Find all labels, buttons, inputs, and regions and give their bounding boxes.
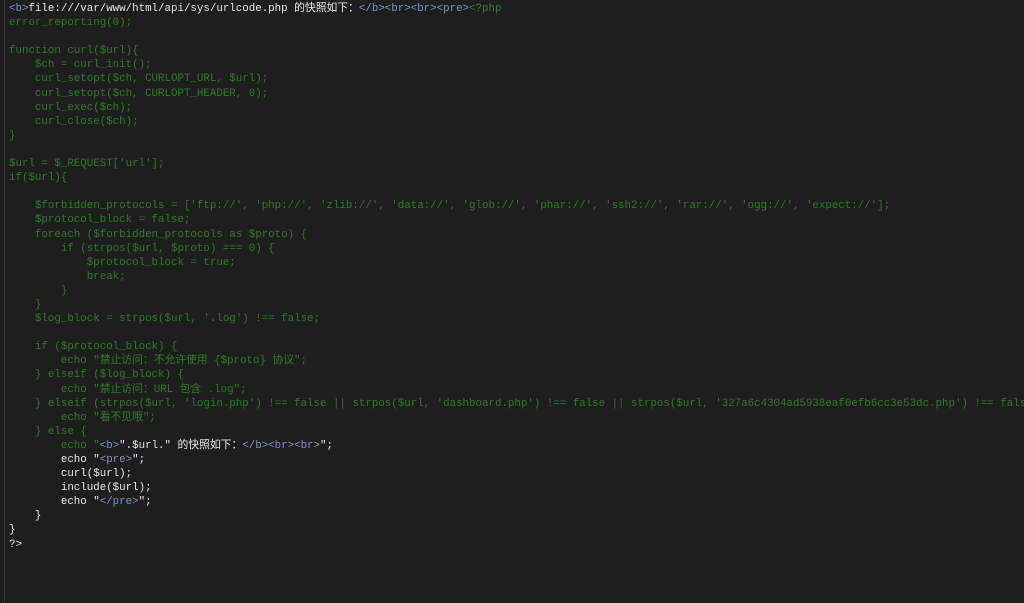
code-token: if($url){ [9, 172, 68, 185]
code-token: echo "禁止访问：不允许使用 {$proto} 协议"; [9, 355, 308, 368]
code-token: if ($protocol_block) { [9, 341, 178, 354]
code-token: "; [132, 454, 146, 466]
code-line: error_reporting(0); [9, 16, 1016, 30]
code-line: } elseif ($log_block) { [9, 368, 1016, 382]
code-token: </b><br><br><pre> [358, 3, 470, 15]
code-token: } [9, 129, 16, 142]
code-line: ?> [9, 538, 1016, 552]
code-token: curl_close($ch); [9, 115, 139, 128]
code-line: $log_block = strpos($url, '.log') !== fa… [9, 312, 1016, 326]
code-line: function curl($url){ [9, 44, 1016, 58]
code-token: $log_block = strpos($url, '.log') !== fa… [9, 313, 321, 326]
code-token: } [9, 284, 68, 297]
code-token: file:///var/www/html/api/sys/urlcode.php… [28, 3, 359, 15]
code-line: echo "<b>".$url." 的快照如下：</b><br><br>"; [9, 439, 1016, 453]
code-token: function curl($url){ [9, 45, 139, 58]
code-line: } [9, 509, 1016, 523]
code-token: $url = $_REQUEST['url']; [9, 158, 165, 171]
code-line: foreach ($forbidden_protocols as $proto)… [9, 228, 1016, 242]
code-line: echo "<pre>"; [9, 453, 1016, 467]
code-line: $url = $_REQUEST['url']; [9, 157, 1016, 171]
code-line: curl_setopt($ch, CURLOPT_HEADER, 0); [9, 87, 1016, 101]
code-line: <b>file:///var/www/html/api/sys/urlcode.… [9, 2, 1016, 16]
code-line: } [9, 298, 1016, 312]
code-line: } [9, 284, 1016, 298]
code-token: </b><br><br> [242, 439, 321, 452]
code-token: echo "禁止访问：URL 包含 .log"; [9, 383, 247, 396]
code-token: <pre> [99, 454, 133, 466]
code-line: curl_setopt($ch, CURLOPT_URL, $url); [9, 72, 1016, 86]
code-line: } [9, 129, 1016, 143]
code-token: break; [9, 270, 126, 283]
code-token: echo " [9, 496, 100, 509]
code-token: curl($url); [9, 468, 133, 481]
code-line: curl_close($ch); [9, 115, 1016, 129]
code-token: <b> [9, 3, 29, 15]
code-line: include($url); [9, 481, 1016, 495]
code-token: } elseif ($log_block) { [9, 369, 184, 382]
code-line: curl_exec($ch); [9, 101, 1016, 115]
code-token: ".$url." 的快照如下： [119, 439, 243, 452]
code-line: $protocol_block = false; [9, 213, 1016, 227]
code-line: } [9, 523, 1016, 537]
code-token: if (strpos($url, $proto) === 0) { [9, 242, 275, 255]
code-line: } elseif (strpos($url, 'login.php') !== … [9, 397, 1024, 411]
code-token: $ch = curl_init(); [9, 59, 152, 72]
code-listing: <b>file:///var/www/html/api/sys/urlcode.… [9, 2, 1024, 552]
code-token: foreach ($forbidden_protocols as $proto)… [9, 228, 308, 241]
left-border-rule [4, 0, 5, 603]
code-token: error_reporting(0); [9, 17, 133, 30]
code-line: $forbidden_protocols = ['ftp://', 'php:/… [9, 199, 1016, 213]
code-token: $forbidden_protocols = ['ftp://', 'php:/… [9, 200, 891, 213]
code-token: "; [320, 439, 333, 452]
code-token: curl_exec($ch); [9, 101, 133, 114]
code-line: echo "禁止访问：URL 包含 .log"; [9, 383, 1016, 397]
code-line: if($url){ [9, 171, 1016, 185]
code-line: echo "看不见哦"; [9, 411, 1016, 425]
code-token: } [9, 510, 42, 523]
page-source-viewer: <b>file:///var/www/html/api/sys/urlcode.… [0, 0, 1024, 603]
code-token: include($url); [9, 482, 152, 495]
code-token: ?> [9, 538, 22, 551]
code-token: curl_setopt($ch, CURLOPT_URL, $url); [9, 73, 269, 86]
code-token: </pre> [99, 496, 139, 509]
code-token: echo "看不见哦"; [9, 411, 156, 424]
code-token: <b> [99, 439, 120, 452]
code-line: $protocol_block = true; [9, 256, 1016, 270]
code-token: $protocol_block = true; [9, 256, 236, 269]
code-line: echo "禁止访问：不允许使用 {$proto} 协议"; [9, 354, 1016, 368]
code-token: $protocol_block = false; [9, 214, 191, 227]
code-token: "; [138, 496, 152, 509]
code-token: } [9, 524, 16, 537]
code-token: } else { [9, 425, 87, 438]
code-token: <?php [469, 3, 502, 15]
code-token: echo " [9, 454, 100, 466]
code-line: break; [9, 270, 1016, 284]
code-line: } else { [9, 425, 1016, 439]
code-line: if ($protocol_block) { [9, 340, 1016, 354]
code-token: } elseif (strpos($url, 'login.php') !== … [9, 397, 1024, 410]
code-line: curl($url); [9, 467, 1016, 481]
code-token: } [9, 298, 42, 311]
code-line: $ch = curl_init(); [9, 58, 1016, 72]
code-line: if (strpos($url, $proto) === 0) { [9, 242, 1016, 256]
code-line: echo "</pre>"; [9, 495, 1016, 509]
code-token: echo " [9, 439, 100, 452]
code-token: curl_setopt($ch, CURLOPT_HEADER, 0); [9, 87, 269, 100]
